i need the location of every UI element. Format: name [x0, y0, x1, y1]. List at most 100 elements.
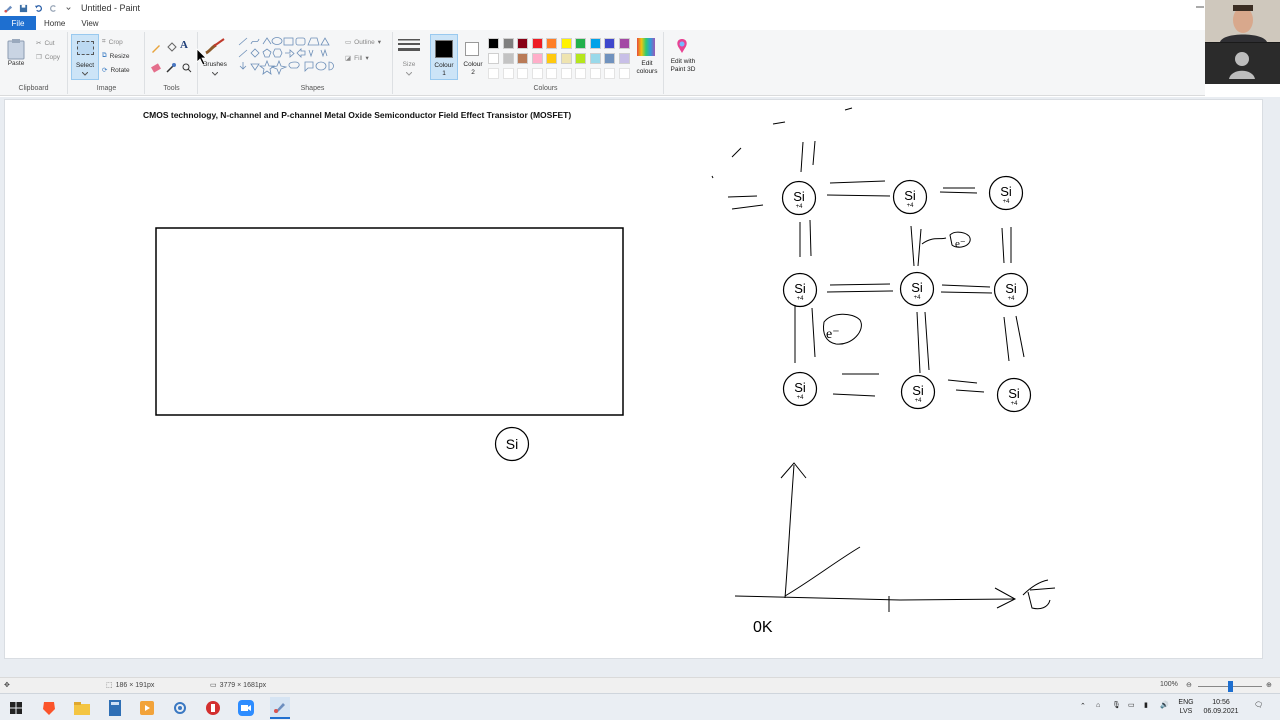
- palette-swatch[interactable]: [575, 53, 586, 64]
- si-atom-single: Si: [494, 426, 530, 462]
- palette-swatch[interactable]: [517, 53, 528, 64]
- palette-swatch[interactable]: [531, 53, 543, 64]
- resize-button[interactable]: ⧉ Resize: [102, 52, 130, 60]
- paint-taskbar-icon[interactable]: [270, 697, 290, 719]
- custom-colour-slot[interactable]: [488, 68, 499, 79]
- brave-browser-icon[interactable]: [40, 699, 58, 717]
- red-app-icon[interactable]: [204, 699, 222, 717]
- palette-swatch[interactable]: [618, 38, 630, 49]
- palette-swatch[interactable]: [618, 53, 630, 64]
- colour2-swatch: [465, 42, 479, 56]
- edit-colours-button[interactable]: Edit colours: [632, 36, 662, 82]
- pencil-icon[interactable]: [150, 42, 162, 54]
- microphone-icon[interactable]: 🎙: [1112, 701, 1121, 710]
- eraser-icon[interactable]: [150, 62, 162, 74]
- rotate-button[interactable]: ⟳ Rotate: [102, 66, 130, 75]
- tab-file[interactable]: File: [0, 16, 36, 30]
- media-player-icon[interactable]: [138, 699, 156, 717]
- save-icon[interactable]: [19, 4, 28, 13]
- zoom-out-button[interactable]: ⊖: [1186, 681, 1192, 689]
- colour1-button[interactable]: Colour 1: [430, 34, 458, 80]
- si-atom-label: Si: [911, 280, 923, 295]
- color-picker-icon[interactable]: [165, 62, 177, 74]
- si-lattice-atom: Si+4: [900, 374, 936, 410]
- rotate-icon: ⟳: [102, 67, 108, 74]
- edit-with-paint3d-button[interactable]: Edit with Paint 3D: [666, 36, 700, 82]
- palette-swatch[interactable]: [560, 38, 572, 49]
- custom-colour-slot[interactable]: [589, 68, 601, 79]
- status-bar: ✥ ⬚ 186 × 191px ▭ 3779 × 1681px 100% ⊖ ⊕: [0, 677, 1280, 693]
- battery-icon[interactable]: ▮: [1144, 701, 1148, 710]
- magnifier-icon[interactable]: [181, 62, 193, 74]
- tools-group: A Tools: [146, 32, 198, 94]
- palette-swatch[interactable]: [546, 38, 557, 49]
- calculator-icon[interactable]: [106, 699, 124, 717]
- palette-swatch[interactable]: [589, 53, 601, 64]
- palette-swatch[interactable]: [604, 53, 615, 64]
- fill-bucket-icon[interactable]: [165, 42, 177, 54]
- windows-icon: [10, 702, 22, 714]
- zoom-app-icon[interactable]: [237, 699, 255, 717]
- chevron-up-icon[interactable]: ⌃: [1080, 702, 1086, 711]
- zoom-in-button[interactable]: ⊕: [1266, 681, 1272, 689]
- custom-colour-slot[interactable]: [517, 68, 528, 79]
- crop-button[interactable]: ⌗ Crop: [102, 38, 123, 46]
- display-icon[interactable]: ▭: [1128, 701, 1135, 710]
- redo-icon[interactable]: [49, 4, 58, 13]
- palette-swatch[interactable]: [502, 38, 514, 49]
- drawing-canvas[interactable]: CMOS technology, N-channel and P-channel…: [5, 48, 1262, 658]
- tools-group-label: Tools: [163, 85, 180, 92]
- file-explorer-icon[interactable]: [73, 699, 91, 717]
- custom-colour-slot[interactable]: [575, 68, 586, 79]
- palette-swatch[interactable]: [560, 53, 572, 64]
- palette-swatch[interactable]: [589, 38, 601, 49]
- select-icon: [77, 41, 94, 55]
- palette-swatch[interactable]: [488, 53, 499, 64]
- shapes-gallery[interactable]: [237, 36, 337, 76]
- palette-swatch[interactable]: [517, 38, 528, 49]
- copy-button[interactable]: ❐ Copy: [36, 53, 60, 62]
- palette-swatch[interactable]: [531, 38, 543, 49]
- tab-home[interactable]: Home: [36, 16, 73, 30]
- image-size-value: 3779 × 1681px: [219, 681, 267, 689]
- palette-swatch[interactable]: [604, 38, 615, 49]
- canvas-heading: CMOS technology, N-channel and P-channel…: [143, 110, 571, 120]
- select-button[interactable]: Select: [71, 34, 99, 80]
- palette-swatch[interactable]: [546, 53, 557, 64]
- colour2-button[interactable]: Colour 2: [460, 34, 486, 80]
- undo-icon[interactable]: [34, 4, 43, 13]
- network-icon[interactable]: ⌂: [1096, 701, 1100, 710]
- chevron-down-icon[interactable]: [64, 4, 73, 13]
- bond-lines: [711, 107, 1025, 397]
- scissors-icon: ✂: [36, 40, 42, 47]
- notifications-icon[interactable]: 🗨: [1254, 701, 1263, 710]
- fill-button[interactable]: ◪ Fill ▾: [345, 54, 369, 63]
- size-button[interactable]: Size: [394, 32, 426, 94]
- custom-colour-slot[interactable]: [618, 68, 630, 79]
- zoom-slider-thumb[interactable]: [1228, 681, 1233, 692]
- colours-group: Colour 1 Colour 2 Edit colours Colours: [428, 32, 664, 94]
- volume-icon[interactable]: 🔊: [1160, 701, 1169, 710]
- palette-swatch[interactable]: [502, 53, 514, 64]
- start-button[interactable]: [7, 699, 25, 717]
- paste-button[interactable]: Paste: [6, 38, 26, 67]
- si-atom-charge: +4: [915, 398, 923, 404]
- palette-swatch[interactable]: [575, 38, 586, 49]
- tab-view[interactable]: View: [73, 16, 106, 30]
- custom-colour-slot[interactable]: [560, 68, 572, 79]
- custom-colour-slot[interactable]: [531, 68, 543, 79]
- cut-button[interactable]: ✂ Cut: [36, 39, 55, 48]
- language-indicator[interactable]: ENG LVS: [1176, 698, 1196, 716]
- custom-colour-slot[interactable]: [546, 68, 557, 79]
- image-group: Select ⌗ Crop ⧉ Resize ⟳ Rotate Image: [69, 32, 145, 94]
- selection-icon: ⬚: [106, 682, 113, 689]
- clock[interactable]: 10:56 06.09.2021: [1198, 698, 1244, 716]
- graph-axes: [734, 462, 1056, 612]
- outline-button[interactable]: ▭ Outline ▾: [345, 38, 381, 47]
- minimize-icon[interactable]: [1196, 5, 1204, 9]
- text-icon[interactable]: A: [180, 39, 188, 51]
- custom-colour-slot[interactable]: [604, 68, 615, 79]
- palette-swatch[interactable]: [488, 38, 499, 49]
- custom-colour-slot[interactable]: [502, 68, 514, 79]
- settings-app-icon[interactable]: [171, 699, 189, 717]
